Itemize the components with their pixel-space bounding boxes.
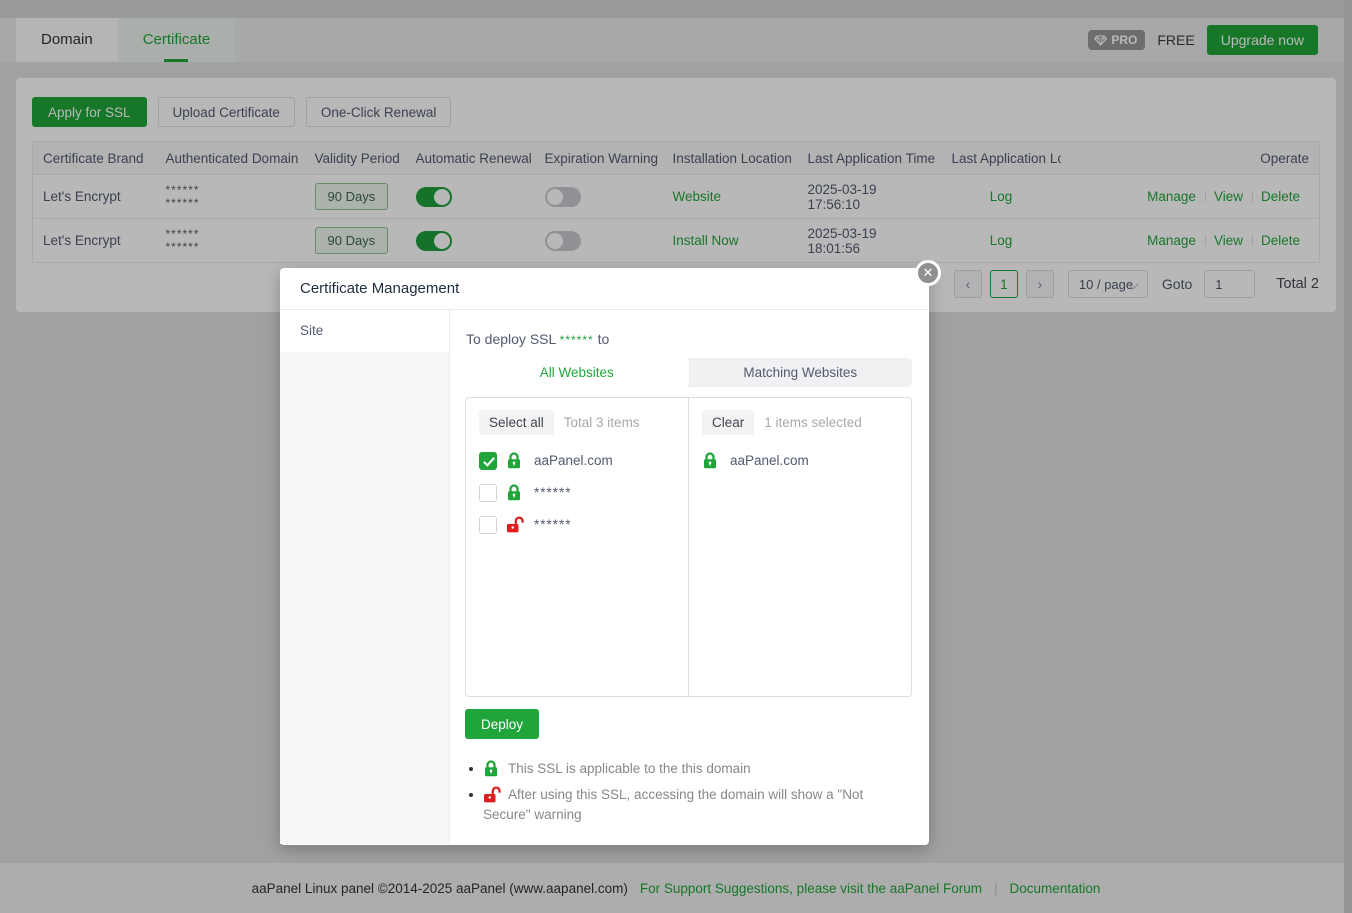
unlock-icon bbox=[483, 786, 502, 803]
note-insecure: After using this SSL, accessing the doma… bbox=[465, 785, 907, 825]
website-checkbox[interactable] bbox=[479, 484, 497, 502]
source-summary: Total 3 items bbox=[564, 415, 640, 430]
certificate-management-modal: ✕ Certificate Management Site To deploy … bbox=[280, 268, 929, 845]
target-summary: 1 items selected bbox=[764, 415, 862, 430]
lock-icon bbox=[483, 760, 502, 777]
unlock-icon bbox=[506, 516, 525, 533]
bullet-icon bbox=[469, 767, 473, 771]
transfer-target-panel: Clear 1 items selected aaPanel.com bbox=[689, 398, 911, 696]
website-checkbox[interactable] bbox=[479, 516, 497, 534]
lock-icon bbox=[702, 452, 721, 469]
close-icon[interactable]: ✕ bbox=[915, 260, 941, 286]
modal-title: Certificate Management bbox=[280, 268, 929, 310]
note-secure: This SSL is applicable to the this domai… bbox=[465, 759, 907, 779]
lock-icon bbox=[506, 452, 525, 469]
deploy-button[interactable]: Deploy bbox=[465, 709, 539, 739]
tab-matching-websites[interactable]: Matching Websites bbox=[689, 358, 913, 387]
clear-button[interactable]: Clear bbox=[702, 410, 754, 435]
list-item[interactable]: ****** bbox=[479, 482, 675, 503]
lock-icon bbox=[506, 484, 525, 501]
deploy-ssl-line: To deploy SSL ****** to bbox=[466, 331, 912, 347]
website-checkbox[interactable] bbox=[479, 452, 497, 470]
website-transfer: Select all Total 3 items aaPanel.com bbox=[465, 397, 912, 697]
website-filter-tabs: All Websites Matching Websites bbox=[465, 358, 912, 387]
select-all-button[interactable]: Select all bbox=[479, 410, 554, 435]
list-item[interactable]: aaPanel.com bbox=[479, 450, 675, 471]
ssl-notes: This SSL is applicable to the this domai… bbox=[465, 759, 907, 825]
bullet-icon bbox=[469, 793, 473, 797]
tab-all-websites[interactable]: All Websites bbox=[465, 358, 689, 387]
ssl-name: ****** bbox=[560, 333, 594, 347]
sidebar-item-site[interactable]: Site bbox=[280, 310, 449, 352]
modal-sidebar: Site bbox=[280, 310, 450, 844]
list-item: aaPanel.com bbox=[702, 450, 898, 471]
transfer-source-panel: Select all Total 3 items aaPanel.com bbox=[466, 398, 689, 696]
list-item[interactable]: ****** bbox=[479, 514, 675, 535]
